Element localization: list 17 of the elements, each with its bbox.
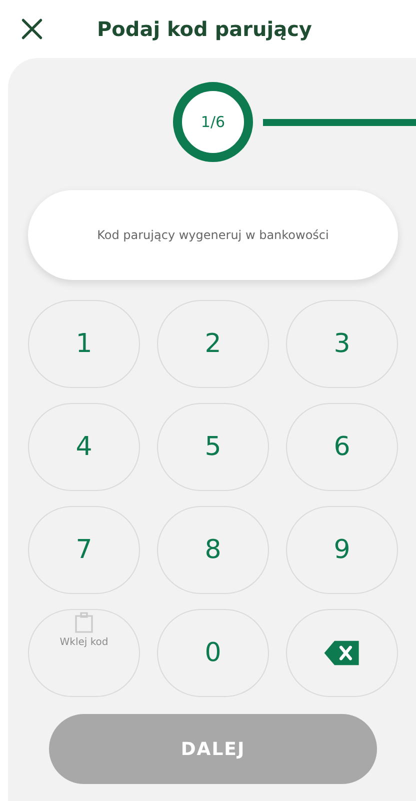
digit-key[interactable]: 8 [157,506,269,594]
screen-title: Podaj kod parujący [97,17,312,41]
digit-key[interactable]: 6 [286,403,398,491]
digit-key[interactable]: 9 [286,506,398,594]
digit-key[interactable]: 0 [157,609,269,697]
backspace-icon [323,639,361,667]
code-input-field[interactable]: Kod parujący wygeneruj w bankowości [28,190,398,280]
digit-key[interactable]: 4 [28,403,140,491]
digit-key[interactable]: 3 [286,300,398,388]
digit-key[interactable]: 2 [157,300,269,388]
digit-key[interactable]: 5 [157,403,269,491]
close-icon[interactable] [21,18,43,40]
clipboard-icon [74,612,94,634]
digit-key[interactable]: 1 [28,300,140,388]
step-indicator: 1/6 [173,82,253,162]
digit-key[interactable]: 7 [28,506,140,594]
paste-key[interactable]: Wklej kod [28,609,140,697]
